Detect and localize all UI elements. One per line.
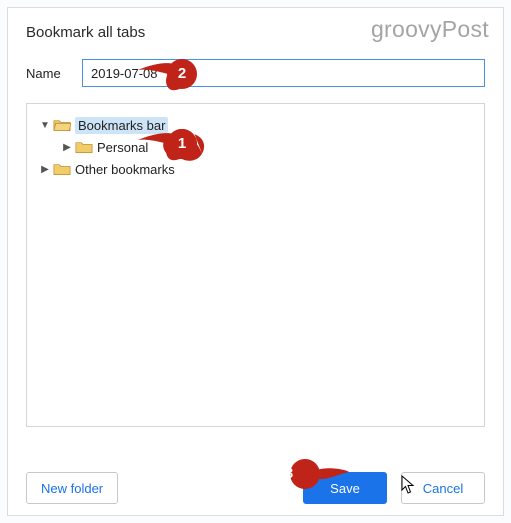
folder-icon: [75, 140, 93, 154]
new-folder-button[interactable]: New folder: [26, 472, 118, 504]
bookmark-all-tabs-dialog: groovyPost Bookmark all tabs Name ▼ Book…: [7, 7, 504, 516]
folder-open-icon: [53, 118, 71, 132]
save-button[interactable]: Save: [303, 472, 387, 504]
tree-item-bookmarks-bar[interactable]: ▼ Bookmarks bar: [33, 114, 478, 136]
chevron-right-icon[interactable]: ▶: [61, 142, 73, 153]
name-input[interactable]: [82, 59, 485, 87]
folder-icon: [53, 162, 71, 176]
tree-item-label: Other bookmarks: [75, 162, 175, 177]
cancel-button[interactable]: Cancel: [401, 472, 485, 504]
chevron-down-icon[interactable]: ▼: [39, 120, 51, 131]
tree-item-personal[interactable]: ▶ Personal: [33, 136, 478, 158]
tree-item-label: Bookmarks bar: [75, 117, 168, 134]
name-label: Name: [26, 66, 82, 81]
tree-item-label: Personal: [97, 140, 148, 155]
dialog-footer: New folder Save Cancel: [8, 461, 503, 515]
chevron-right-icon[interactable]: ▶: [39, 164, 51, 175]
name-row: Name: [26, 59, 485, 87]
watermark-text: groovyPost: [371, 16, 489, 43]
folder-tree[interactable]: ▼ Bookmarks bar ▶ Personal: [26, 103, 485, 427]
tree-item-other-bookmarks[interactable]: ▶ Other bookmarks: [33, 158, 478, 180]
